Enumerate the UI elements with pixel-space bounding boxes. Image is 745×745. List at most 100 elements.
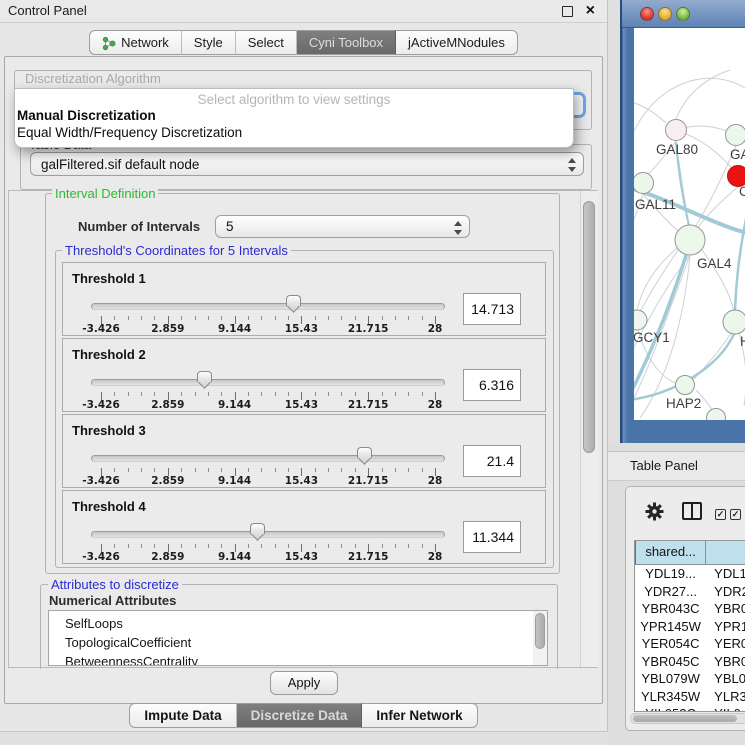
table-data-selected: galFiltered.sif default node — [41, 157, 199, 172]
tick-mark — [208, 392, 209, 396]
num-intervals-combobox[interactable]: 5 — [215, 215, 470, 238]
tick-mark — [248, 392, 249, 396]
algorithm-option-manual[interactable]: Manual Discretization — [17, 108, 156, 123]
tick-mark — [154, 544, 155, 548]
node-clipped-top-right[interactable] — [726, 125, 745, 146]
threshold-value-field[interactable]: 14.713 — [463, 293, 521, 325]
close-icon[interactable]: × — [586, 0, 595, 22]
tick-label: 28 — [428, 323, 443, 335]
tick-mark — [341, 316, 342, 320]
table-row[interactable]: YBR043CYBR0 — [635, 600, 745, 618]
attribute-item[interactable]: SelfLoops — [65, 614, 547, 633]
float-window-icon[interactable] — [562, 6, 573, 17]
tick-mark — [154, 316, 155, 320]
node-gcy1[interactable] — [634, 310, 647, 330]
node-clipped-bottom[interactable] — [707, 409, 726, 421]
tick-label: 21.715 — [348, 399, 389, 411]
cell-name: YDR2 — [706, 583, 745, 601]
threshold-slider-thumb[interactable] — [286, 295, 301, 306]
control-panel-tab-bar: Network Style Select Cyni Toolbox jActiv… — [0, 30, 607, 55]
attributes-group-title: Attributes to discretize — [48, 577, 182, 592]
cell-shared-name: YBL079W — [635, 670, 706, 688]
tick-mark — [248, 316, 249, 320]
threshold-slider-thumb[interactable] — [197, 371, 212, 382]
threshold-value-field[interactable]: 21.4 — [463, 445, 521, 477]
tab-infer-network[interactable]: Infer Network — [362, 703, 477, 728]
horizontal-scrollbar[interactable] — [630, 713, 745, 724]
scrollbar-thumb[interactable] — [583, 201, 595, 453]
column-header-shared-name[interactable]: shared... — [635, 541, 706, 564]
network-canvas[interactable]: GAL80 GA C GAL11 GAL4 GCY1 H HAP2 — [634, 28, 745, 420]
scrollbar-thumb[interactable] — [633, 715, 737, 722]
tick-mark — [288, 316, 289, 320]
threshold-slider-track[interactable] — [91, 379, 445, 386]
tab-label: Cyni Toolbox — [309, 31, 383, 54]
minimize-traffic-light[interactable] — [658, 7, 672, 21]
attributes-scrollbar[interactable] — [533, 611, 547, 665]
node-gal80[interactable] — [666, 120, 687, 141]
zoom-traffic-light[interactable] — [676, 7, 690, 21]
tick-mark — [275, 316, 276, 320]
table-row[interactable]: YLR345WYLR3 — [635, 688, 745, 706]
vertical-scrollbar[interactable] — [580, 191, 598, 667]
table-row[interactable]: YDL19...YDL1 — [635, 565, 745, 583]
attribute-item[interactable]: TopologicalCoefficient — [65, 633, 547, 652]
checkbox-icon[interactable]: ✓ — [730, 509, 741, 520]
node-hap2[interactable] — [676, 376, 695, 395]
table-row[interactable]: YDR27...YDR2 — [635, 583, 745, 601]
numerical-attributes-list[interactable]: SelfLoopsTopologicalCoefficientBetweenne… — [48, 610, 548, 666]
table-row[interactable]: YBL079WYBL0 — [635, 670, 745, 688]
tab-select[interactable]: Select — [236, 30, 297, 55]
tick-mark — [141, 468, 142, 472]
tab-cyni-toolbox[interactable]: Cyni Toolbox — [297, 30, 396, 55]
scrollbar-thumb[interactable] — [535, 613, 545, 649]
node-gal4[interactable] — [675, 225, 705, 255]
threshold-value-field[interactable]: 11.344 — [463, 521, 521, 553]
split-columns-icon[interactable] — [682, 502, 702, 520]
tick-mark — [328, 544, 329, 548]
checkbox-icon[interactable]: ✓ — [715, 509, 726, 520]
tick-mark — [261, 544, 262, 548]
tick-label: 2.859 — [151, 551, 184, 563]
tab-style[interactable]: Style — [182, 30, 236, 55]
algorithm-option-equal-width[interactable]: Equal Width/Frequency Discretization — [17, 125, 242, 140]
table-data-combobox[interactable]: galFiltered.sif default node — [30, 152, 584, 176]
node-clipped-mid-right[interactable] — [723, 310, 745, 334]
threshold-value-field[interactable]: 6.316 — [463, 369, 521, 401]
column-header-name[interactable]: na — [706, 541, 745, 564]
table-row[interactable]: YER054CYER0 — [635, 635, 745, 653]
slider-tick-labels: -3.4262.8599.14415.4321.71528 — [91, 475, 445, 487]
algorithm-dropdown-popup: Select algorithm to view settings Manual… — [14, 88, 574, 148]
traffic-lights — [640, 7, 690, 21]
threshold-slider-track[interactable] — [91, 455, 445, 462]
tick-mark — [355, 544, 356, 548]
table-row[interactable]: YBR045CYBR0 — [635, 653, 745, 671]
tab-jactivemnodules[interactable]: jActiveMNodules — [396, 30, 518, 55]
tab-impute-data[interactable]: Impute Data — [129, 703, 236, 728]
tab-discretize-data[interactable]: Discretize Data — [237, 703, 363, 728]
network-window-titlebar[interactable] — [622, 0, 745, 28]
threshold-label: Threshold 4 — [72, 499, 146, 514]
threshold-slider-track[interactable] — [91, 531, 445, 538]
tick-mark — [408, 468, 409, 472]
node-gal11[interactable] — [634, 173, 654, 194]
threshold-slider-track[interactable] — [91, 303, 445, 310]
gear-icon[interactable] — [645, 502, 664, 521]
tick-mark — [422, 392, 423, 396]
close-traffic-light[interactable] — [640, 7, 654, 21]
tick-mark — [395, 468, 396, 472]
cell-name: YDL1 — [706, 565, 745, 583]
apply-button[interactable]: Apply — [270, 671, 338, 695]
cell-name: YBL0 — [706, 670, 745, 688]
threshold-slider-thumb[interactable] — [250, 523, 265, 534]
table-body: YDL19...YDL1YDR27...YDR2YBR043CYBR0YPR14… — [635, 565, 745, 712]
table-row[interactable]: YPR145WYPR1 — [635, 618, 745, 636]
tick-mark — [315, 544, 316, 548]
tick-mark — [181, 316, 182, 320]
attribute-item[interactable]: BetweennessCentrality — [65, 652, 547, 666]
threshold-slider-thumb[interactable] — [357, 447, 372, 458]
tab-network[interactable]: Network — [89, 30, 182, 55]
tick-label: 21.715 — [348, 323, 389, 335]
table-row[interactable]: YIL052CYIL0 — [635, 705, 745, 712]
tick-label: 28 — [428, 551, 443, 563]
